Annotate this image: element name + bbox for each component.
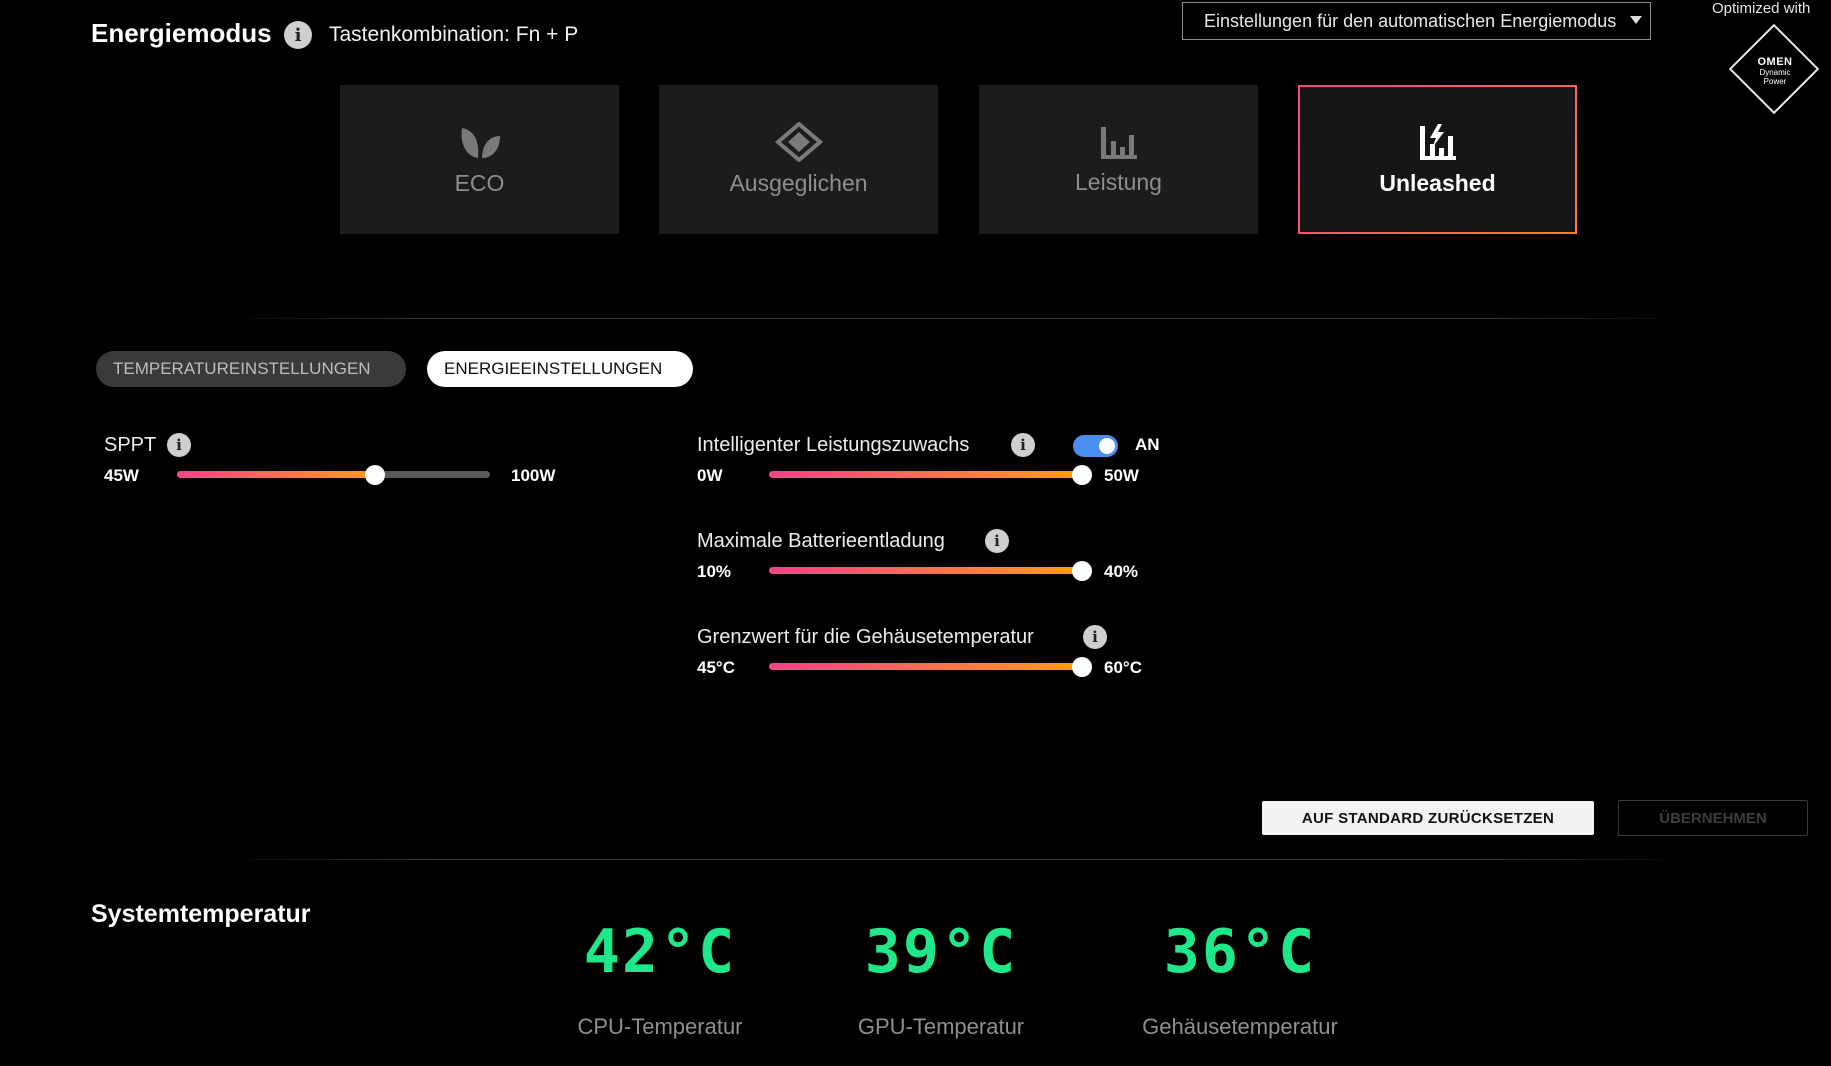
info-icon[interactable]: i: [1011, 433, 1035, 457]
sppt-min: 45W: [104, 466, 139, 485]
chassis-track[interactable]: [769, 663, 1082, 670]
auto-power-mode-dropdown[interactable]: Einstellungen für den automatischen Ener…: [1182, 2, 1651, 40]
battery-track[interactable]: [769, 567, 1082, 574]
gpu-temperature-label: GPU-Temperatur: [857, 1014, 1025, 1039]
battery-label: Maximale Batterieentladung: [697, 530, 945, 552]
info-icon[interactable]: i: [167, 433, 191, 457]
chassis-temperature-value: 36°C: [1163, 917, 1317, 987]
tab-energy-settings[interactable]: ENERGIEEINSTELLUNGEN: [427, 351, 693, 387]
boost-toggle[interactable]: [1073, 435, 1118, 457]
boost-label: Intelligenter Leistungszuwachs: [697, 434, 970, 456]
boost-min: 0W: [697, 466, 723, 485]
mode-eco[interactable]: ECO: [340, 85, 619, 234]
bar-chart-icon: [1099, 123, 1139, 161]
battery-max: 40%: [1104, 562, 1139, 581]
boost-toggle-state: AN: [1135, 435, 1160, 454]
mode-unleashed[interactable]: Unleashed: [1298, 85, 1577, 234]
mode-balanced[interactable]: Ausgeglichen: [659, 85, 938, 234]
mode-label: Unleashed: [1379, 170, 1496, 196]
sppt-slider-handle[interactable]: [365, 465, 385, 485]
system-temperature-title: Systemtemperatur: [91, 900, 311, 928]
gpu-temperature-value: 39°C: [864, 917, 1018, 987]
sppt-track-fill: [177, 471, 375, 478]
toggle-knob: [1099, 438, 1115, 454]
boost-slider-handle[interactable]: [1072, 465, 1092, 485]
info-icon[interactable]: i: [985, 529, 1009, 553]
info-icon[interactable]: i: [1083, 625, 1107, 649]
chassis-slider-handle[interactable]: [1072, 657, 1092, 677]
boost-track[interactable]: [769, 471, 1082, 478]
leaf-icon: [458, 122, 502, 162]
shortcut-text: Tastenkombination: Fn + P: [329, 23, 579, 46]
tab-temperature-settings[interactable]: TEMPERATUREINSTELLUNGEN: [96, 351, 406, 387]
info-icon[interactable]: i: [284, 21, 312, 49]
section-divider: [215, 859, 1695, 860]
page-title: Energiemodus: [91, 18, 272, 48]
chassis-max: 60°C: [1104, 658, 1142, 677]
reset-defaults-button[interactable]: AUF STANDARD ZURÜCKSETZEN: [1262, 801, 1594, 835]
mode-performance[interactable]: Leistung: [979, 85, 1258, 234]
chassis-limit-label: Grenzwert für die Gehäusetemperatur: [697, 626, 1034, 648]
mode-label: Leistung: [1075, 169, 1162, 195]
cpu-temperature-label: CPU-Temperatur: [577, 1014, 743, 1039]
chevron-down-icon: [1630, 16, 1642, 24]
chassis-min: 45°C: [697, 658, 735, 677]
optimized-with-label: Optimized with: [1712, 0, 1811, 17]
cpu-temperature-value: 42°C: [583, 917, 737, 987]
omen-dynamic-power-logo: OMEN Dynamic Power: [1757, 56, 1793, 86]
apply-button[interactable]: ÜBERNEHMEN: [1618, 800, 1808, 836]
sppt-label: SPPT: [104, 434, 157, 456]
chassis-temperature-label: Gehäusetemperatur: [1142, 1014, 1338, 1039]
auto-power-mode-label: Einstellungen für den automatischen Ener…: [1204, 10, 1617, 31]
boost-max: 50W: [1104, 466, 1139, 485]
mode-label: Ausgeglichen: [729, 170, 868, 196]
mode-label: ECO: [454, 170, 505, 196]
diamond-icon: [774, 122, 824, 162]
sppt-max: 100W: [511, 466, 556, 485]
battery-slider-handle[interactable]: [1072, 561, 1092, 581]
lightning-bars-icon: [1418, 122, 1458, 162]
battery-min: 10%: [697, 562, 732, 581]
section-divider: [215, 318, 1695, 319]
